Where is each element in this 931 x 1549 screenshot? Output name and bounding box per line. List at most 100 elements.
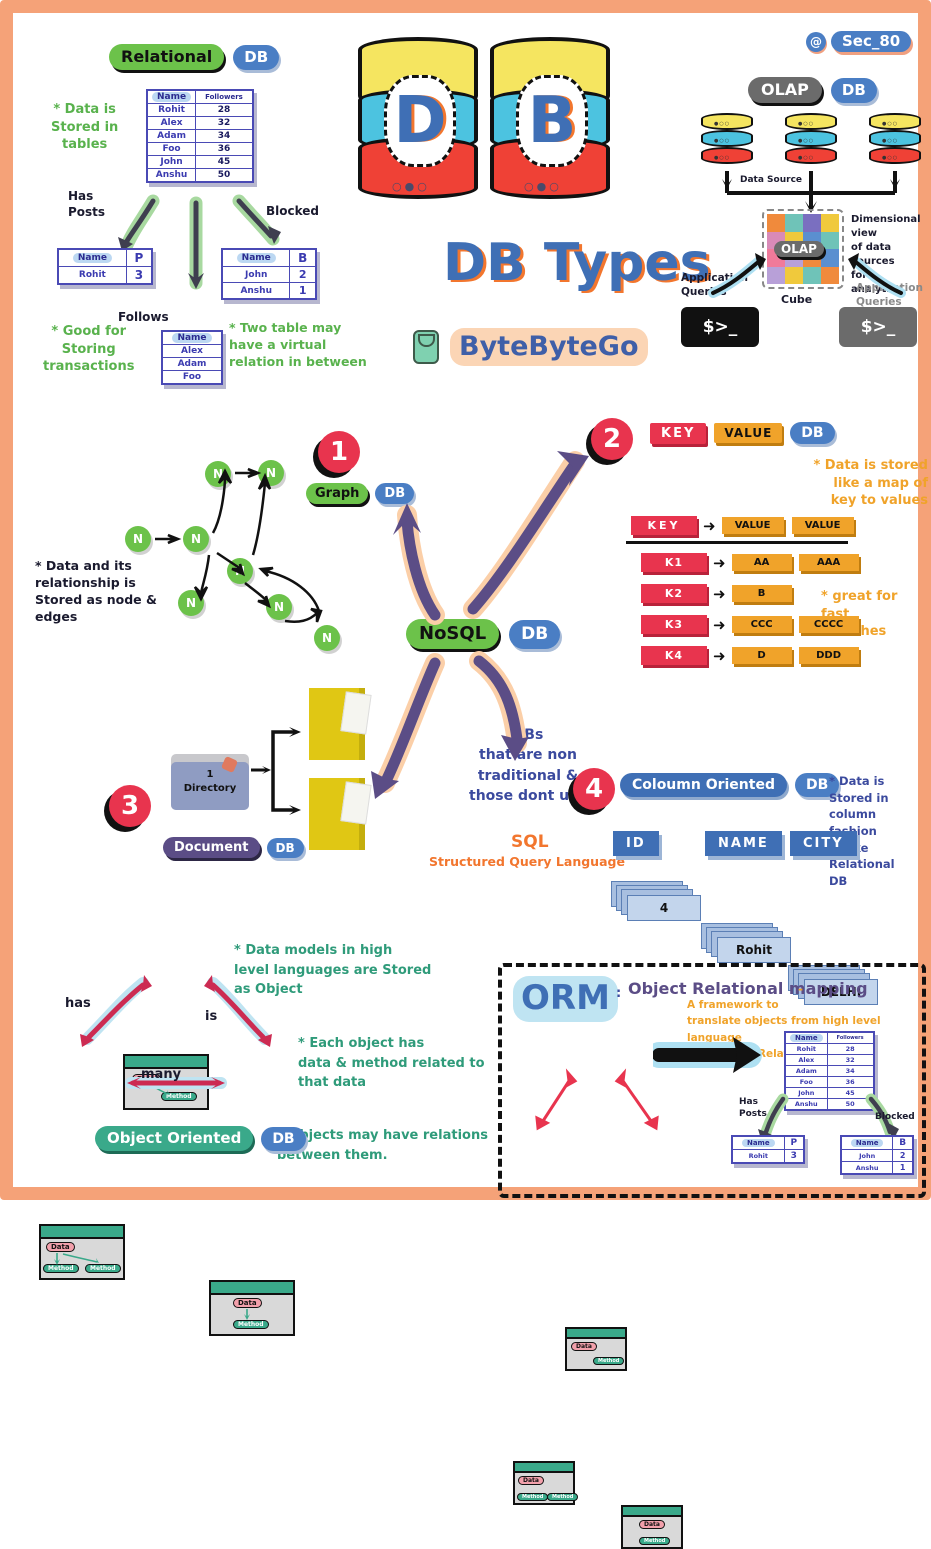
terminal-prompt: $>_ (860, 317, 896, 337)
arrow-label-follows: Follows (118, 310, 169, 324)
olap-terminal-left: $>_ (681, 307, 759, 347)
object-method-label: Method (547, 1493, 579, 1501)
arrow-label-has-posts: Has Posts (68, 189, 106, 220)
kv-value-cell: CCC (731, 616, 792, 633)
table-row: Anshu 1 (221, 282, 317, 300)
table-header-row: Name P (731, 1135, 805, 1150)
at-icon: @ (806, 31, 826, 52)
oo-header: Object Oriented DB (95, 1126, 306, 1151)
page-title: DB Types (443, 233, 711, 293)
kv-value-cell: AA (731, 554, 792, 571)
table-header-row: Name Followers (784, 1031, 875, 1044)
keyvalue-row: K4 ➜ D DDD (641, 646, 859, 665)
relational-main-table-body: Name Followers Rohit 28 Alex 32 Adam 34 Foo… (146, 89, 254, 183)
db-drum-b: B ○●○ (490, 37, 610, 202)
orm-object-right: Data Method (621, 1505, 683, 1549)
orm-blocked-table: Name B John 2 Anshu 1 (840, 1135, 914, 1175)
olap-badge: OLAP (748, 77, 822, 103)
step-3-marker: 3 (109, 785, 151, 827)
keyvalue-value-badge: VALUE (714, 423, 783, 443)
letter-d: D (384, 75, 456, 167)
bytebytego-logo-icon (413, 330, 439, 365)
keyvalue-row: K2 ➜ B (641, 584, 792, 603)
column-header-name: NAME (705, 831, 782, 856)
oo-relation-is: is (205, 1009, 218, 1024)
table-row: Alex 32 (784, 1054, 875, 1066)
oo-object-left: Data Method Method (39, 1224, 125, 1280)
terminal-prompt: $>_ (702, 317, 738, 337)
keyvalue-key-badge: KEY (650, 422, 707, 444)
olap-terminal-right: $>_ (839, 307, 917, 347)
table-row: Alex 32 (146, 116, 254, 130)
kv-key-cell: K2 (641, 584, 707, 603)
drum-dots: ○●○ (392, 180, 430, 193)
relational-follows-table: Name Alex Adam Foo (161, 330, 223, 385)
at-symbol: @ (810, 34, 822, 49)
olap-db-badge: DB (830, 77, 877, 103)
kv-key-cell: K4 (641, 646, 707, 665)
table-header-row: Name P (57, 248, 153, 267)
arrow-right-icon: ➜ (703, 516, 716, 535)
kv-value-cell: CCCC (798, 616, 859, 633)
olap-data-source-label: Data Source (740, 175, 803, 185)
table-row: Adam (161, 357, 223, 371)
table-row: Rohit 3 (731, 1149, 805, 1164)
document-file-page (340, 781, 372, 825)
handle-badge: Sec_80 (831, 31, 912, 52)
keyvalue-header-row: KEY ➜ VALUE VALUE (631, 516, 854, 535)
letter-b: B (516, 75, 588, 167)
brand: ByteByteGo (413, 328, 648, 367)
kv-value-cell: D (731, 647, 792, 664)
table-row: Rohit 28 (146, 103, 254, 117)
column-header-id: ID (613, 831, 659, 856)
infographic-sheet: @ Sec_80 D ○●○ B ○●○ DB Types ByteByteGo (0, 0, 931, 1549)
table-row: Rohit 3 (57, 266, 153, 285)
relational-db-badge: DB (233, 44, 280, 70)
relational-header: Relational DB (109, 44, 280, 70)
keyvalue-divider (626, 541, 848, 544)
nosql-sql-expansion: Structured Query Language (429, 854, 625, 869)
olap-query-arrows (708, 253, 906, 298)
document-badge: Document (163, 837, 260, 858)
step-4-marker: 4 (573, 768, 615, 810)
column-stack-name: Rohit (701, 923, 791, 965)
table-row: Foo 36 (146, 142, 254, 156)
table-row: Rohit 28 (784, 1043, 875, 1055)
object-data-label: Data (639, 1520, 665, 1529)
kv-value-cell: DDD (798, 647, 859, 664)
table-row: John 2 (221, 266, 317, 283)
document-db-badge: DB (266, 837, 304, 858)
data-source-drum: ●○○ ●○○ ●○○ (869, 113, 921, 171)
column-stack-id: 4 (611, 881, 701, 923)
object-method-label: Method (593, 1357, 625, 1365)
oo-note-3: * Objects may have relations between the… (277, 1128, 488, 1163)
kv-value-cell: B (731, 585, 792, 602)
table-row: John 2 (840, 1149, 914, 1162)
table-header-row: Name B (840, 1135, 914, 1150)
table-row: Alex (161, 344, 223, 358)
kv-value-cell: VALUE (721, 517, 784, 534)
object-data-label: Data (46, 1242, 75, 1252)
object-data-label: Data (518, 1476, 544, 1485)
table-row: Foo (161, 370, 223, 385)
kv-key-cell: K1 (641, 553, 707, 572)
relational-blocked-table: Name B John 2 Anshu 1 (221, 248, 317, 300)
relational-posts-table: Name P Rohit 3 (57, 248, 153, 285)
oo-db-badge: DB (261, 1126, 306, 1151)
oo-note-1: * Data models in high level languages ar… (234, 943, 432, 997)
author-handle: @ Sec_80 (806, 31, 912, 52)
column-header-city: CITY (790, 831, 857, 856)
keyvalue-db-badge: DB (790, 422, 835, 444)
orm-translate-arrow (653, 1037, 762, 1073)
arrow-right-icon: ➜ (713, 553, 726, 572)
relational-note-left: * Data is Stored in tables (51, 102, 119, 153)
oo-relation-has: has (65, 996, 91, 1011)
db-logo: D ○●○ B ○●○ (358, 37, 610, 202)
kv-key-cell: K3 (641, 615, 707, 634)
orm-object-arrows (535, 1068, 659, 1131)
oo-object-right: Data Method (209, 1280, 295, 1336)
orm-arrow-label-has-posts: Has Posts (739, 1097, 767, 1120)
orm-object-top: Data Method (565, 1327, 627, 1371)
graph-edges (155, 467, 323, 623)
directory-label: 1 Directory (183, 769, 237, 794)
